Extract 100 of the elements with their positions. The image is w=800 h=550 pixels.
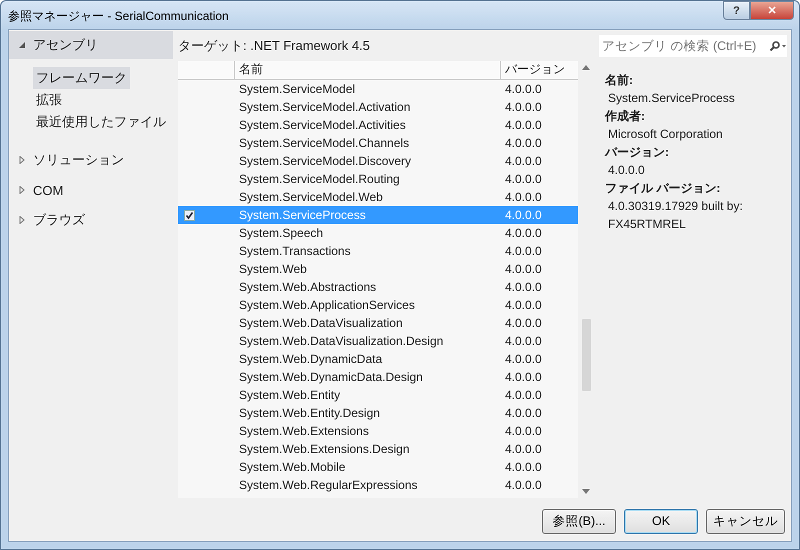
assembly-version: 4.0.0.0 [504, 262, 542, 276]
assembly-version: 4.0.0.0 [504, 244, 542, 258]
assembly-version: 4.0.0.0 [504, 82, 542, 96]
dialog-button[interactable]: OK [624, 508, 698, 534]
detail-label: バージョン: [605, 144, 670, 161]
assembly-name: System.Web.DataVisualization [238, 316, 404, 330]
scroll-up-icon[interactable] [582, 65, 590, 70]
expanded-triangle-icon [18, 41, 26, 49]
assembly-row[interactable]: System.Transactions 4.0.0.0 [178, 242, 578, 260]
assembly-version: 4.0.0.0 [504, 370, 542, 384]
detail-label: 名前: [605, 72, 634, 89]
scroll-down-icon[interactable] [582, 489, 590, 494]
assembly-version: 4.0.0.0 [504, 442, 542, 456]
assembly-row[interactable]: System.Web.Mobile 4.0.0.0 [178, 458, 578, 476]
assembly-name: System.Web.RegularExpressions [238, 478, 419, 492]
assembly-name: System.Web.Extensions.Design [238, 442, 411, 456]
nav-section[interactable]: アセンブリ [9, 31, 173, 59]
assembly-version: 4.0.0.0 [504, 334, 542, 348]
help-button[interactable]: ? [723, 1, 750, 20]
detail-value: Microsoft Corporation [607, 126, 724, 143]
assembly-version: 4.0.0.0 [504, 190, 542, 204]
collapsed-triangle-icon [18, 156, 26, 164]
assembly-row[interactable]: System.Web.DynamicData.Design 4.0.0.0 [178, 368, 578, 386]
assembly-row[interactable]: System.Web.ApplicationServices 4.0.0.0 [178, 296, 578, 314]
assembly-version: 4.0.0.0 [504, 100, 542, 114]
detail-value: System.ServiceProcess [607, 90, 736, 107]
assembly-row[interactable]: System.Web.Entity.Design 4.0.0.0 [178, 404, 578, 422]
assembly-name: System.ServiceModel.Routing [238, 172, 401, 186]
assembly-name: System.Web.DynamicData.Design [238, 370, 424, 384]
assembly-name: System.Web.DynamicData [238, 352, 384, 366]
assembly-name: System.Web.Mobile [238, 460, 346, 474]
assembly-version: 4.0.0.0 [504, 154, 542, 168]
column-header[interactable]: 名前 [234, 61, 500, 79]
assembly-name: System.ServiceModel [238, 82, 356, 96]
assembly-name: System.Web.Entity.Design [238, 406, 381, 420]
assembly-version: 4.0.0.0 [504, 406, 542, 420]
nav-item[interactable]: 拡張 [33, 89, 65, 111]
assembly-version: 4.0.0.0 [504, 388, 542, 402]
assembly-version: 4.0.0.0 [504, 352, 542, 366]
search-icon[interactable] [769, 41, 787, 51]
assembly-name: System.Transactions [238, 244, 352, 258]
assembly-name: System.Web.Entity [238, 388, 342, 402]
assembly-version: 4.0.0.0 [504, 136, 542, 150]
assembly-row[interactable]: System.ServiceModel.Web 4.0.0.0 [178, 188, 578, 206]
assembly-version: 4.0.0.0 [504, 478, 542, 492]
assembly-version: 4.0.0.0 [504, 298, 542, 312]
collapsed-triangle-icon [18, 216, 26, 224]
nav-section[interactable]: COM [9, 175, 173, 205]
assembly-name: System.ServiceModel.Activities [238, 118, 407, 132]
assembly-name: System.Web.Abstractions [238, 280, 378, 294]
assembly-row[interactable]: System.ServiceModel.Activities 4.0.0.0 [178, 116, 578, 134]
collapsed-triangle-icon [18, 186, 26, 194]
assembly-row[interactable]: System.Web.Extensions.Design 4.0.0.0 [178, 440, 578, 458]
search-field[interactable]: アセンブリ の検索 (Ctrl+E) [599, 35, 787, 57]
detail-value: 4.0.0.0 [607, 162, 646, 179]
assembly-name: System.Web.ApplicationServices [238, 298, 416, 312]
detail-label: 作成者: [605, 108, 646, 125]
dialog-button[interactable]: 参照(B)... [542, 508, 616, 534]
assembly-version: 4.0.0.0 [504, 460, 542, 474]
assembly-version: 4.0.0.0 [504, 424, 542, 438]
nav-item[interactable]: フレームワーク [33, 67, 130, 89]
assembly-name: System.ServiceProcess [238, 208, 367, 222]
nav-section[interactable]: ソリューション [9, 145, 173, 175]
checkbox[interactable] [184, 210, 195, 220]
assembly-name: System.ServiceModel.Discovery [238, 154, 412, 168]
assembly-row[interactable]: System.ServiceModel 4.0.0.0 [178, 80, 578, 98]
assembly-version: 4.0.0.0 [504, 118, 542, 132]
assembly-name: System.ServiceModel.Activation [238, 100, 412, 114]
assembly-row[interactable]: System.Web.DynamicData 4.0.0.0 [178, 350, 578, 368]
scrollbar-thumb[interactable] [582, 319, 590, 391]
assembly-row[interactable]: System.ServiceModel.Discovery 4.0.0.0 [178, 152, 578, 170]
assembly-row[interactable]: System.ServiceModel.Channels 4.0.0.0 [178, 134, 578, 152]
assembly-row[interactable]: System.Web 4.0.0.0 [178, 260, 578, 278]
assembly-row[interactable]: System.Web.DataVisualization.Design 4.0.0.0 [178, 332, 578, 350]
assembly-row[interactable]: System.Web.RegularExpressions 4.0.0.0 [178, 476, 578, 494]
detail-value: 4.0.30319.17929 built by: FX45RTMREL [607, 198, 744, 233]
assembly-version: 4.0.0.0 [504, 208, 542, 222]
target-framework-label: ターゲット: .NET Framework 4.5 [178, 37, 370, 55]
nav-item[interactable]: 最近使用したファイル [33, 111, 169, 133]
assembly-name: System.Web.Extensions [238, 424, 370, 438]
assembly-version: 4.0.0.0 [504, 172, 542, 186]
window-title: 参照マネージャー - SerialCommunication [8, 8, 229, 25]
assembly-name: System.Speech [238, 226, 324, 240]
assembly-version: 4.0.0.0 [504, 280, 542, 294]
assembly-name: System.Web [238, 262, 308, 276]
dialog-button[interactable]: キャンセル [706, 508, 785, 534]
assembly-row[interactable]: System.ServiceModel.Routing 4.0.0.0 [178, 170, 578, 188]
assembly-row[interactable]: System.ServiceModel.Activation 4.0.0.0 [178, 98, 578, 116]
detail-label: ファイル バージョン: [605, 180, 722, 197]
assembly-row[interactable]: System.Web.Entity 4.0.0.0 [178, 386, 578, 404]
assembly-row[interactable]: System.Web.Extensions 4.0.0.0 [178, 422, 578, 440]
assembly-name: System.Web.DataVisualization.Design [238, 334, 444, 348]
assembly-version: 4.0.0.0 [504, 226, 542, 240]
assembly-name: System.ServiceModel.Channels [238, 136, 410, 150]
assembly-row[interactable]: System.Web.DataVisualization 4.0.0.0 [178, 314, 578, 332]
nav-section[interactable]: ブラウズ [9, 205, 173, 235]
assembly-version: 4.0.0.0 [504, 316, 542, 330]
assembly-row[interactable]: System.Web.Abstractions 4.0.0.0 [178, 278, 578, 296]
assembly-row[interactable]: System.Speech 4.0.0.0 [178, 224, 578, 242]
assembly-name: System.ServiceModel.Web [238, 190, 384, 204]
